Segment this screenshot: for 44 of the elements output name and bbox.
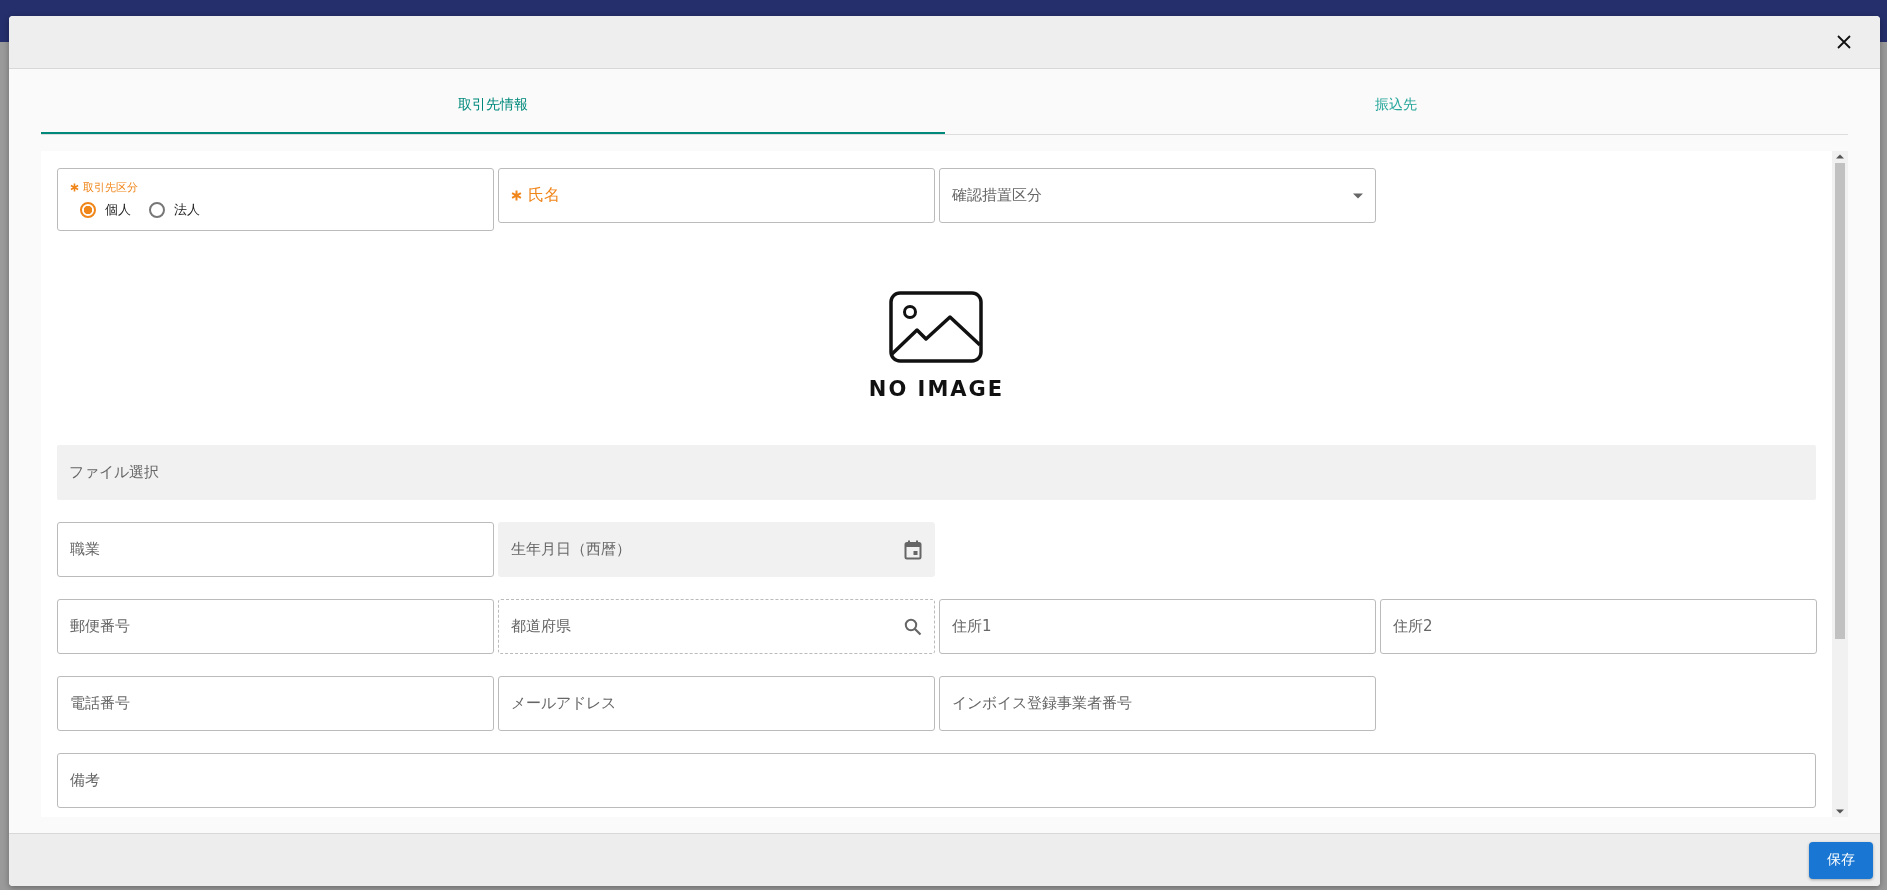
- dropdown-caret-icon: [1353, 192, 1363, 199]
- input-field[interactable]: インボイス登録事業者番号: [939, 676, 1376, 731]
- input-field[interactable]: 職業: [57, 522, 494, 577]
- field-label: 住所2: [1393, 617, 1433, 636]
- no-image-label: NO IMAGE: [868, 377, 1005, 401]
- field-label: 取引先区分: [83, 180, 138, 195]
- input-field[interactable]: 住所2: [1380, 599, 1817, 654]
- input-field[interactable]: 郵便番号: [57, 599, 494, 654]
- calendar-icon: [904, 539, 922, 560]
- field-label: 電話番号: [70, 694, 130, 713]
- file-select-field[interactable]: ファイル選択: [57, 445, 1816, 500]
- radio-label: 個人: [105, 201, 131, 219]
- scrollbar[interactable]: [1832, 151, 1848, 817]
- field-label: 都道府県: [511, 617, 571, 636]
- field-label: 備考: [70, 771, 100, 790]
- radio-button[interactable]: [80, 202, 96, 218]
- scroll-up-icon[interactable]: [1836, 154, 1844, 159]
- radio-option[interactable]: 法人: [149, 201, 200, 219]
- scroll-down-icon[interactable]: [1836, 809, 1844, 814]
- close-icon: [1836, 34, 1852, 50]
- save-button[interactable]: 保存: [1809, 841, 1873, 879]
- field-label: 住所1: [952, 617, 992, 636]
- input-field[interactable]: メールアドレス: [498, 676, 935, 731]
- field-label: 確認措置区分: [952, 186, 1042, 205]
- input-field[interactable]: 電話番号: [57, 676, 494, 731]
- radio-option[interactable]: 個人: [80, 201, 131, 219]
- field-label: 生年月日（西暦）: [511, 540, 631, 559]
- search-icon: [904, 617, 922, 636]
- field-label: メールアドレス: [511, 694, 616, 713]
- input-field[interactable]: 備考: [57, 753, 1816, 808]
- field-label: 職業: [70, 540, 100, 559]
- date-field[interactable]: 生年月日（西暦）: [498, 522, 935, 577]
- field-label: インボイス登録事業者番号: [952, 694, 1132, 713]
- field-label: 郵便番号: [70, 617, 130, 636]
- radio-button[interactable]: [149, 202, 165, 218]
- required-icon: [70, 183, 79, 192]
- radio-label: 法人: [174, 201, 200, 219]
- field-label: 氏名: [528, 185, 560, 206]
- required-icon: [511, 190, 522, 201]
- tab[interactable]: 取引先情報: [41, 69, 945, 134]
- search-field[interactable]: 都道府県: [498, 599, 935, 654]
- input-field[interactable]: 住所1: [939, 599, 1376, 654]
- image-placeholder-icon: [889, 291, 984, 363]
- select-field[interactable]: 確認措置区分: [939, 168, 1376, 223]
